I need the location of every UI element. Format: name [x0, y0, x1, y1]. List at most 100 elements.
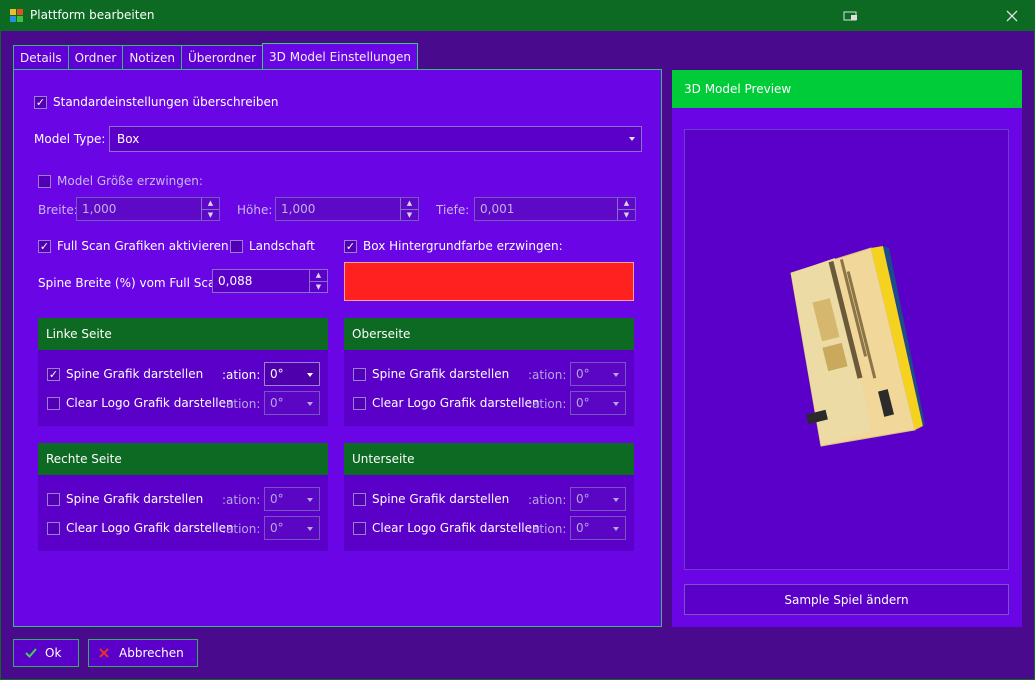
ok-button[interactable]: Ok	[13, 639, 79, 667]
clear-logo-checkbox[interactable]: Clear Logo Grafik darstellen	[47, 396, 234, 410]
close-icon	[1006, 10, 1018, 22]
checkbox-box: ✓	[34, 95, 47, 109]
checkbox-box	[230, 239, 243, 253]
spine-width-input[interactable]: 0,088 ▲ ▼	[212, 269, 328, 293]
tab-3d-model-settings[interactable]: 3D Model Einstellungen	[262, 43, 418, 70]
model-type-label: Model Type:	[34, 132, 106, 146]
spine-graphic-label: Spine Grafik darstellen	[66, 367, 204, 381]
depth-label: Tiefe:	[436, 203, 470, 217]
spine-width-label: Spine Breite (%) vom Full Scan:	[38, 276, 227, 290]
tab-strip: Details Ordner Notizen Überordner 3D Mod…	[13, 43, 418, 70]
rotation-label: :ation:	[528, 368, 567, 382]
preview-canvas[interactable]	[684, 129, 1009, 570]
checkbox-box	[353, 521, 366, 535]
chevron-down-icon	[307, 527, 313, 531]
group-title: Unterseite	[344, 443, 634, 475]
rotation-label: :ation:	[528, 522, 567, 536]
override-defaults-checkbox[interactable]: ✓ Standardeinstellungen überschreiben	[34, 95, 279, 109]
width-input[interactable]: 1,000 ▲ ▼	[76, 197, 220, 221]
checkbox-box	[38, 174, 51, 188]
group-title: Rechte Seite	[38, 443, 328, 475]
bg-color-swatch[interactable]	[344, 262, 634, 301]
force-size-checkbox[interactable]: Model Größe erzwingen:	[38, 174, 203, 188]
arrow-down-icon[interactable]: ▼	[310, 282, 327, 293]
window-title: Plattform bearbeiten	[30, 8, 155, 22]
height-input[interactable]: 1,000 ▲ ▼	[275, 197, 419, 221]
rotation-label: :ation:	[222, 397, 261, 411]
spine-rotation-select[interactable]: 0°	[264, 362, 320, 386]
rotation-label: :ation:	[528, 397, 567, 411]
force-bg-color-label: Box Hintergrundfarbe erzwingen:	[363, 239, 563, 253]
rotation-label: :ation:	[222, 522, 261, 536]
logo-row: Clear Logo Grafik darstellen :ation: 0°	[344, 514, 634, 542]
clear-logo-checkbox[interactable]: Clear Logo Grafik darstellen	[353, 396, 540, 410]
rotation-value: 0°	[576, 521, 590, 535]
landscape-checkbox[interactable]: Landschaft	[230, 239, 315, 253]
clear-logo-checkbox[interactable]: Clear Logo Grafik darstellen	[47, 521, 234, 535]
spine-rotation-select[interactable]: 0°	[570, 362, 626, 386]
depth-stepper[interactable]: ▲ ▼	[617, 198, 635, 220]
chevron-down-icon	[613, 373, 619, 377]
spine-graphic-checkbox[interactable]: Spine Grafik darstellen	[353, 367, 509, 381]
preview-title: 3D Model Preview	[672, 70, 1022, 108]
full-scan-checkbox[interactable]: ✓ Full Scan Grafiken aktivieren	[38, 239, 229, 253]
rotation-value: 0°	[270, 492, 284, 506]
group-left-side: Linke Seite ✓ Spine Grafik darstellen :a…	[38, 318, 328, 426]
arrow-up-icon[interactable]: ▲	[401, 198, 418, 210]
cancel-label: Abbrechen	[119, 646, 184, 660]
spine-rotation-select[interactable]: 0°	[264, 487, 320, 511]
checkbox-box	[47, 396, 60, 410]
tab-ueberordner[interactable]: Überordner	[180, 45, 264, 70]
arrow-down-icon[interactable]: ▼	[401, 210, 418, 221]
group-right-side: Rechte Seite Spine Grafik darstellen :at…	[38, 443, 328, 551]
tab-ordner[interactable]: Ordner	[67, 45, 124, 70]
tab-details[interactable]: Details	[13, 45, 69, 70]
logo-rotation-select[interactable]: 0°	[264, 391, 320, 415]
group-bottom-side: Unterseite Spine Grafik darstellen :atio…	[344, 443, 634, 551]
checkbox-box	[353, 367, 366, 381]
group-title: Oberseite	[344, 318, 634, 350]
arrow-up-icon[interactable]: ▲	[310, 270, 327, 282]
depth-input[interactable]: 0,001 ▲ ▼	[474, 197, 636, 221]
spine-graphic-checkbox[interactable]: ✓ Spine Grafik darstellen	[47, 367, 203, 381]
group-top-side: Oberseite Spine Grafik darstellen :ation…	[344, 318, 634, 426]
spine-row: Spine Grafik darstellen :ation: 0°	[38, 485, 328, 513]
logo-rotation-select[interactable]: 0°	[264, 516, 320, 540]
clear-logo-checkbox[interactable]: Clear Logo Grafik darstellen	[353, 521, 540, 535]
ok-label: Ok	[45, 646, 62, 660]
restore-icon	[843, 11, 857, 21]
logo-row: Clear Logo Grafik darstellen :ation: 0°	[38, 389, 328, 417]
rotation-value: 0°	[270, 521, 284, 535]
cancel-x-icon	[99, 648, 109, 658]
logo-rotation-select[interactable]: 0°	[570, 391, 626, 415]
restore-button[interactable]	[841, 6, 861, 26]
logo-rotation-select[interactable]: 0°	[570, 516, 626, 540]
tab-notizen[interactable]: Notizen	[122, 45, 182, 70]
spine-row: Spine Grafik darstellen :ation: 0°	[344, 485, 634, 513]
chevron-down-icon	[629, 137, 635, 141]
arrow-up-icon[interactable]: ▲	[618, 198, 635, 210]
spine-width-value: 0,088	[218, 274, 253, 288]
landscape-label: Landschaft	[249, 239, 315, 253]
cancel-button[interactable]: Abbrechen	[88, 639, 198, 667]
change-sample-game-button[interactable]: Sample Spiel ändern	[684, 584, 1009, 615]
spine-graphic-checkbox[interactable]: Spine Grafik darstellen	[47, 492, 203, 506]
cassette-model-preview	[790, 246, 925, 447]
rotation-label: :ation:	[528, 493, 567, 507]
spine-rotation-select[interactable]: 0°	[570, 487, 626, 511]
arrow-down-icon[interactable]: ▼	[618, 210, 635, 221]
model-type-select[interactable]: Box	[109, 126, 642, 152]
chevron-down-icon	[613, 498, 619, 502]
width-value: 1,000	[82, 202, 117, 216]
arrow-down-icon[interactable]: ▼	[202, 210, 219, 221]
spine-graphic-label: Spine Grafik darstellen	[66, 492, 204, 506]
spine-graphic-checkbox[interactable]: Spine Grafik darstellen	[353, 492, 509, 506]
close-button[interactable]	[1002, 6, 1022, 26]
spine-width-stepper[interactable]: ▲ ▼	[309, 270, 327, 292]
width-stepper[interactable]: ▲ ▼	[201, 198, 219, 220]
arrow-up-icon[interactable]: ▲	[202, 198, 219, 210]
rotation-label: :ation:	[222, 368, 261, 382]
rotation-value: 0°	[576, 367, 590, 381]
force-bg-color-checkbox[interactable]: ✓ Box Hintergrundfarbe erzwingen:	[344, 239, 563, 253]
height-stepper[interactable]: ▲ ▼	[400, 198, 418, 220]
